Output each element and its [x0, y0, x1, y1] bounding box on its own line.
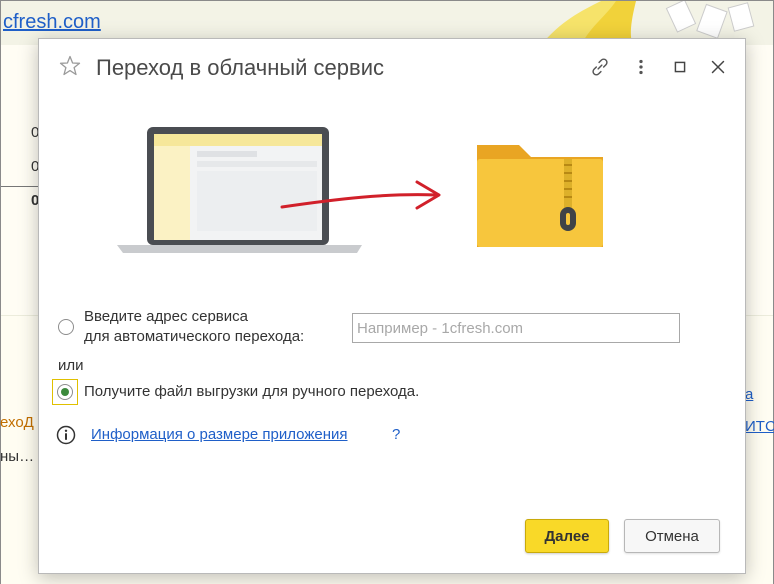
close-button[interactable] [706, 55, 730, 79]
background-divider [1, 186, 41, 187]
info-icon [56, 425, 76, 445]
cloud-migration-dialog: Переход в облачный сервис Введите адрес … [38, 38, 746, 574]
close-icon [711, 60, 725, 74]
background-site-link[interactable]: cfresh.com [3, 11, 101, 34]
auto-migration-label-line2: для автоматического перехода: [84, 328, 305, 345]
zip-folder-icon [477, 145, 603, 247]
laptop-icon [117, 127, 362, 253]
migration-illustration [117, 127, 603, 253]
next-button[interactable]: Далее [525, 519, 609, 553]
background-right-link[interactable]: ИТС [745, 418, 774, 435]
dialog-titlebar: Переход в облачный сервис [39, 39, 745, 95]
cancel-button[interactable]: Отмена [624, 519, 720, 553]
help-question-link[interactable]: ? [392, 426, 400, 443]
star-icon[interactable] [58, 54, 82, 78]
background-right-link[interactable]: а [745, 386, 753, 403]
service-address-input[interactable] [352, 313, 680, 343]
background-dark-text: ны… [0, 448, 35, 465]
manual-migration-label[interactable]: Получите файл выгрузки для ручного перех… [84, 382, 419, 402]
maximize-button[interactable] [668, 55, 692, 79]
auto-migration-label-line1: Введите адрес сервиса [84, 308, 248, 325]
more-icon [639, 59, 643, 75]
or-label: или [58, 357, 84, 374]
background-orange-text: ехоД [0, 414, 34, 431]
link-button[interactable] [588, 55, 612, 79]
more-button[interactable] [629, 55, 653, 79]
manual-migration-radio[interactable] [57, 384, 73, 400]
maximize-icon [674, 61, 686, 73]
app-size-info-link[interactable]: Информация о размере приложения [91, 426, 348, 443]
dialog-title: Переход в облачный сервис [96, 55, 384, 80]
auto-migration-radio[interactable] [58, 319, 74, 335]
link-icon [592, 58, 608, 76]
